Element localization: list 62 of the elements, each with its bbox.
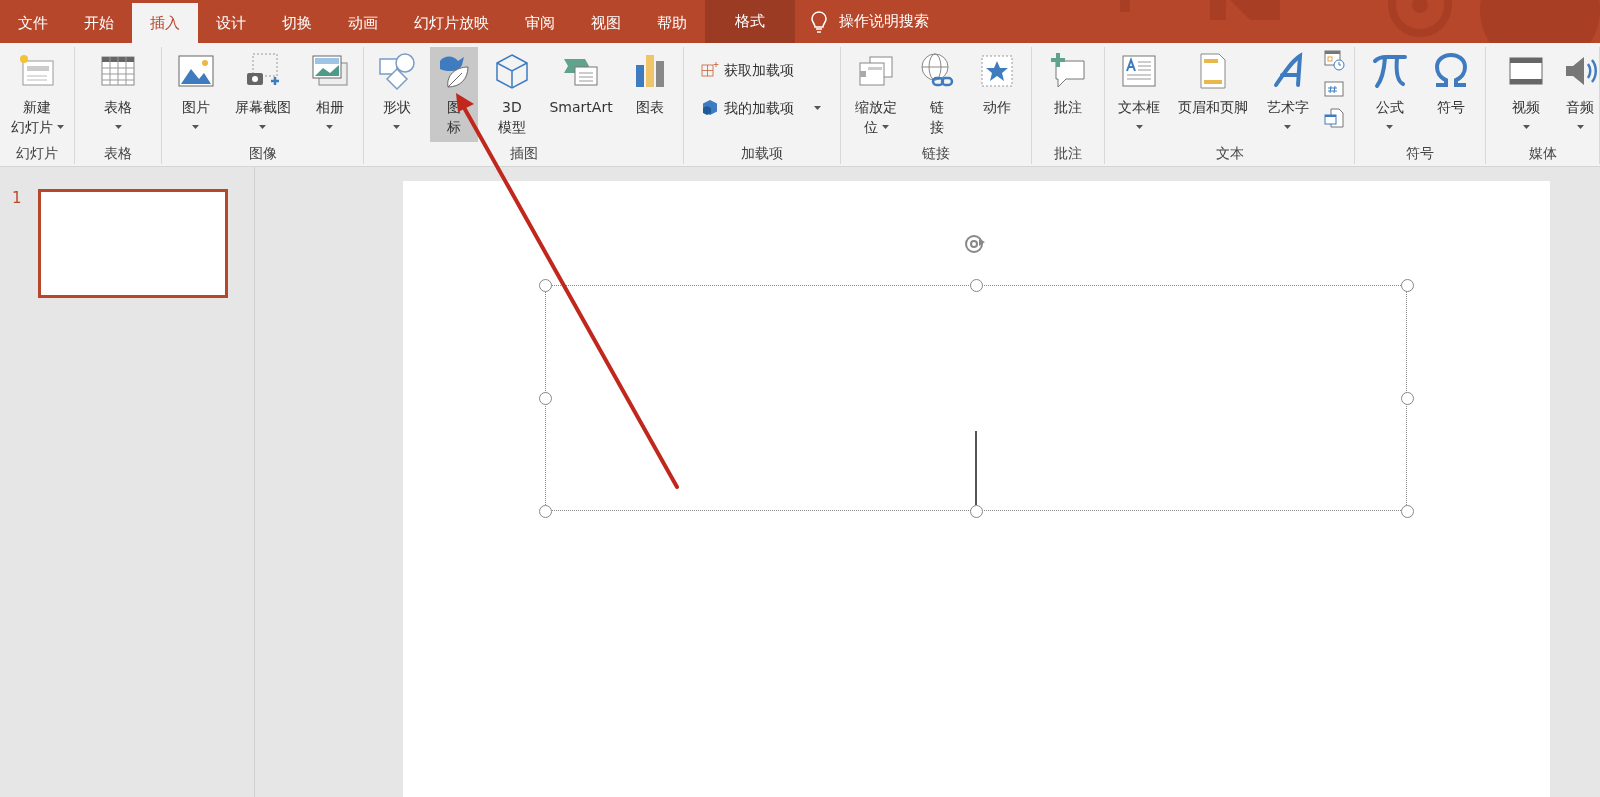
- rotate-handle-icon[interactable]: [963, 233, 987, 255]
- ribbon-tab[interactable]: 插入: [132, 3, 198, 43]
- ribbon-button[interactable]: 表格: [94, 47, 142, 142]
- ribbon-tab[interactable]: 审阅: [507, 3, 573, 43]
- ribbon-button[interactable]: SmartArt: [545, 47, 617, 142]
- ribbon-button[interactable]: 动作: [973, 47, 1021, 142]
- ribbon-button[interactable]: 批注: [1044, 47, 1092, 142]
- ribbon-button[interactable]: 获取加载项: [696, 57, 836, 83]
- group-label: 插图: [508, 144, 539, 163]
- ribbon-button[interactable]: 链 接: [913, 47, 961, 142]
- resize-handle[interactable]: [539, 392, 552, 405]
- calendar-clock-icon[interactable]: [1322, 49, 1345, 71]
- ribbon-button[interactable]: 文本框: [1114, 47, 1165, 142]
- shapes-icon: [376, 51, 417, 91]
- ribbon-tab[interactable]: 动画: [330, 3, 396, 43]
- group-label: 图像: [247, 144, 278, 163]
- resize-handle[interactable]: [539, 279, 552, 292]
- search-prompt[interactable]: 操作说明搜索: [839, 10, 929, 33]
- group-label: 文本: [1214, 144, 1245, 163]
- group-label: 媒体: [1527, 144, 1558, 163]
- ribbon-button[interactable]: 公式: [1365, 47, 1414, 142]
- slide-number: 1: [12, 191, 22, 206]
- ribbon-button[interactable]: 艺术字: [1262, 47, 1313, 142]
- hash-icon[interactable]: [1322, 78, 1345, 100]
- ribbon-tab[interactable]: 开始: [66, 3, 132, 43]
- ribbon-button[interactable]: 图片: [171, 47, 220, 142]
- ribbon-button[interactable]: 视频: [1502, 47, 1550, 142]
- ribbon-button[interactable]: 图表: [626, 47, 675, 142]
- group-label: 符号: [1405, 144, 1435, 163]
- resize-handle[interactable]: [970, 505, 983, 518]
- ribbon-button[interactable]: 3D 模型: [487, 47, 536, 142]
- slide-thumbnail[interactable]: [37, 189, 228, 298]
- ribbon-button[interactable]: 缩放定 位: [851, 47, 901, 142]
- group-label: 链接: [921, 144, 951, 163]
- ribbon-button[interactable]: 形状: [372, 47, 421, 142]
- ribbon-button[interactable]: 相册: [305, 47, 354, 142]
- group-label: 幻灯片: [15, 144, 59, 163]
- ribbon-tab[interactable]: 帮助: [639, 3, 705, 43]
- ribbon-tab[interactable]: 格式: [705, 0, 795, 43]
- ribbon-tab[interactable]: 幻灯片放映: [396, 3, 507, 43]
- resize-handle[interactable]: [539, 505, 552, 518]
- cube-icon: [700, 98, 720, 118]
- resize-handle[interactable]: [1401, 392, 1414, 405]
- windows-icon[interactable]: [1322, 107, 1345, 129]
- ribbon-button[interactable]: 新建 幻灯片: [6, 47, 68, 142]
- ribbon-button[interactable]: 符号: [1426, 47, 1475, 142]
- ribbon-tab[interactable]: 设计: [198, 3, 264, 43]
- lightbulb-icon: [811, 10, 827, 33]
- grid-plus-icon: [700, 60, 720, 80]
- ribbon-button[interactable]: 音频: [1556, 47, 1600, 142]
- ribbon-button[interactable]: 屏幕截图: [230, 47, 295, 142]
- ribbon-button[interactable]: 我的加载项: [696, 95, 836, 121]
- ribbon-button[interactable]: 页眉和页脚: [1174, 47, 1253, 142]
- ribbon-tab[interactable]: 切换: [264, 3, 330, 43]
- ribbon-tab[interactable]: 视图: [573, 3, 639, 43]
- group-label: 表格: [103, 144, 133, 163]
- resize-handle[interactable]: [970, 279, 983, 292]
- resize-handle[interactable]: [1401, 505, 1414, 518]
- group-label: 批注: [1053, 144, 1083, 163]
- ribbon-tab[interactable]: 文件: [0, 3, 66, 43]
- group-label: 加载项: [740, 144, 784, 163]
- resize-handle[interactable]: [1401, 279, 1414, 292]
